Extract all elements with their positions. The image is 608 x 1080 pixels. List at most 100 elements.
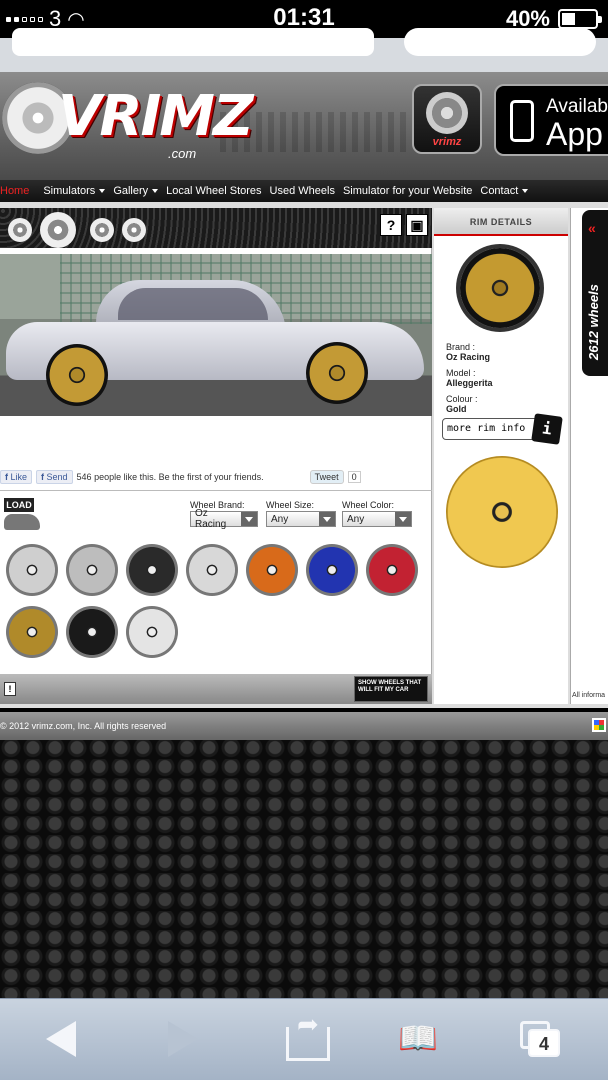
- camera-icon[interactable]: ▣: [406, 214, 428, 236]
- wheel-option[interactable]: [186, 544, 238, 596]
- car-photo: [0, 254, 432, 416]
- rim-info: Brand : Oz Racing Model : Alleggerita Co…: [446, 342, 493, 414]
- simulator-footer: ! SHOW WHEELS THAT WILL FIT MY CAR: [0, 674, 432, 704]
- wheel-count-tab[interactable]: « 2612 wheels: [582, 210, 608, 376]
- app-icon[interactable]: vrimz: [412, 84, 482, 154]
- caret-down-icon: [522, 189, 529, 193]
- tab-count: 4: [528, 1029, 560, 1057]
- tweet-button[interactable]: Tweet: [309, 470, 344, 484]
- back-arrow-icon[interactable]: [46, 1021, 76, 1057]
- nav-item-simulators[interactable]: Simulators: [43, 185, 113, 197]
- battery-icon: [558, 9, 602, 29]
- tweet-count: 0: [347, 471, 361, 483]
- nav-item-home[interactable]: Home: [0, 185, 37, 197]
- nav-item-used-wheels[interactable]: Used Wheels: [270, 185, 343, 197]
- app-store-badge[interactable]: Availab App: [494, 84, 608, 156]
- nav-item-gallery[interactable]: Gallery: [113, 185, 166, 197]
- wheel-style-icon[interactable]: [40, 212, 76, 248]
- site-logo[interactable]: VRIMZ: [58, 84, 254, 149]
- colour-value: Gold: [446, 404, 467, 414]
- nav-item-label: Home: [0, 185, 30, 197]
- nav-item-simulator-for-your-website[interactable]: Simulator for your Website: [343, 185, 480, 197]
- brand-value: Oz Racing: [446, 352, 491, 362]
- car-window: [118, 288, 268, 320]
- info-icon: i: [531, 413, 563, 445]
- car-icon: [4, 514, 40, 530]
- app-store-line1: Availab: [546, 96, 608, 117]
- chevron-left-icon: «: [588, 220, 596, 236]
- wheel-option[interactable]: [66, 606, 118, 658]
- wheel-style-icon[interactable]: [122, 218, 146, 242]
- dropdown-arrow-icon: [395, 512, 411, 526]
- share-icon[interactable]: [286, 1009, 330, 1061]
- wheel-option[interactable]: [126, 544, 178, 596]
- caret-down-icon: [99, 189, 106, 193]
- load-car-button[interactable]: LOAD: [4, 498, 40, 532]
- wheel-color-select[interactable]: Any: [342, 511, 412, 527]
- wheel-brand-filter: Wheel Brand: Oz Racing: [190, 500, 258, 530]
- logo-domain: .com: [168, 146, 197, 161]
- rim-details-header: RIM DETAILS: [434, 208, 568, 236]
- wheel-size-value: Any: [271, 513, 289, 525]
- wheel-simulator: ? ▣ Like Send 546 people like this. Be t…: [0, 208, 432, 704]
- url-field[interactable]: [12, 28, 374, 56]
- browser-toolbar: 📖 4: [0, 998, 608, 1080]
- nav-item-local-wheel-stores[interactable]: Local Wheel Stores: [166, 185, 269, 197]
- more-rim-info-button[interactable]: more rim info i: [442, 413, 563, 445]
- copyright-text: © 2012 vrimz.com, Inc. All rights reserv…: [0, 721, 167, 731]
- rim-details-panel: RIM DETAILS Brand : Oz Racing Model : Al…: [434, 208, 568, 704]
- nav-item-label: Simulator for your Website: [342, 185, 473, 197]
- mesh-background: [0, 740, 608, 998]
- wheel-option[interactable]: [66, 544, 118, 596]
- model-value: Alleggerita: [446, 378, 493, 388]
- wheel-size-select[interactable]: Any: [266, 511, 336, 527]
- wheel-size-filter: Wheel Size: Any: [266, 500, 336, 527]
- wheel-count-label: 2612 wheels: [586, 284, 601, 360]
- nav-item-label: Gallery: [113, 185, 149, 197]
- browser-address-area: [0, 28, 608, 72]
- nav-item-label: Simulators: [43, 185, 96, 197]
- site-footer: © 2012 vrimz.com, Inc. All rights reserv…: [0, 712, 608, 740]
- show-fitting-wheels-button[interactable]: SHOW WHEELS THAT WILL FIT MY CAR: [354, 676, 428, 702]
- nav-item-contact[interactable]: Contact: [480, 185, 536, 197]
- all-info-text: All informa: [572, 692, 606, 699]
- rear-wheel: [306, 342, 368, 404]
- wheel-option[interactable]: [126, 606, 178, 658]
- dropdown-arrow-icon: [319, 512, 335, 526]
- wheel-color-value: Any: [347, 513, 365, 525]
- bookmarks-icon[interactable]: 📖: [398, 1022, 446, 1055]
- front-wheel: [46, 344, 108, 406]
- load-label: LOAD: [4, 498, 34, 512]
- nav-item-label: Used Wheels: [269, 185, 335, 197]
- main-nav: Home Simulators Gallery Local Wheel Stores U…: [0, 180, 608, 202]
- wheel-option[interactable]: [246, 544, 298, 596]
- facebook-send-button[interactable]: Send: [36, 470, 73, 484]
- help-button[interactable]: ?: [380, 214, 402, 236]
- dropdown-arrow-icon: [241, 512, 257, 526]
- wheel-style-icon[interactable]: [90, 218, 114, 242]
- info-icon[interactable]: !: [4, 682, 16, 696]
- search-field[interactable]: [404, 28, 596, 56]
- wheel-option[interactable]: [6, 606, 58, 658]
- facebook-like-button[interactable]: Like: [0, 470, 33, 484]
- main-content: ? ▣ Like Send 546 people like this. Be t…: [0, 202, 608, 708]
- wheel-option[interactable]: [366, 544, 418, 596]
- tabs-button[interactable]: 4: [520, 1021, 560, 1057]
- wheel-color-filter: Wheel Color: Any: [342, 500, 412, 527]
- app-store-line2: App: [546, 116, 603, 152]
- more-rim-info-label: more rim info: [447, 423, 526, 434]
- forward-arrow-icon[interactable]: [168, 1021, 198, 1057]
- iphone-icon: [510, 100, 534, 142]
- wheel-option[interactable]: [306, 544, 358, 596]
- wheel-brand-select[interactable]: Oz Racing: [190, 508, 258, 530]
- rim-large-image: [446, 456, 558, 568]
- wheel-color-label: Wheel Color:: [342, 500, 395, 510]
- badge-icon[interactable]: [592, 718, 606, 732]
- wheel-icon: [426, 92, 468, 134]
- brand-label: Brand :: [446, 342, 476, 352]
- wheel-option[interactable]: [6, 544, 58, 596]
- app-icon-label: vrimz: [432, 136, 462, 148]
- nav-item-label: Local Wheel Stores: [166, 185, 262, 197]
- simulator-toolbar: ? ▣: [0, 208, 432, 248]
- wheel-style-icon[interactable]: [8, 218, 32, 242]
